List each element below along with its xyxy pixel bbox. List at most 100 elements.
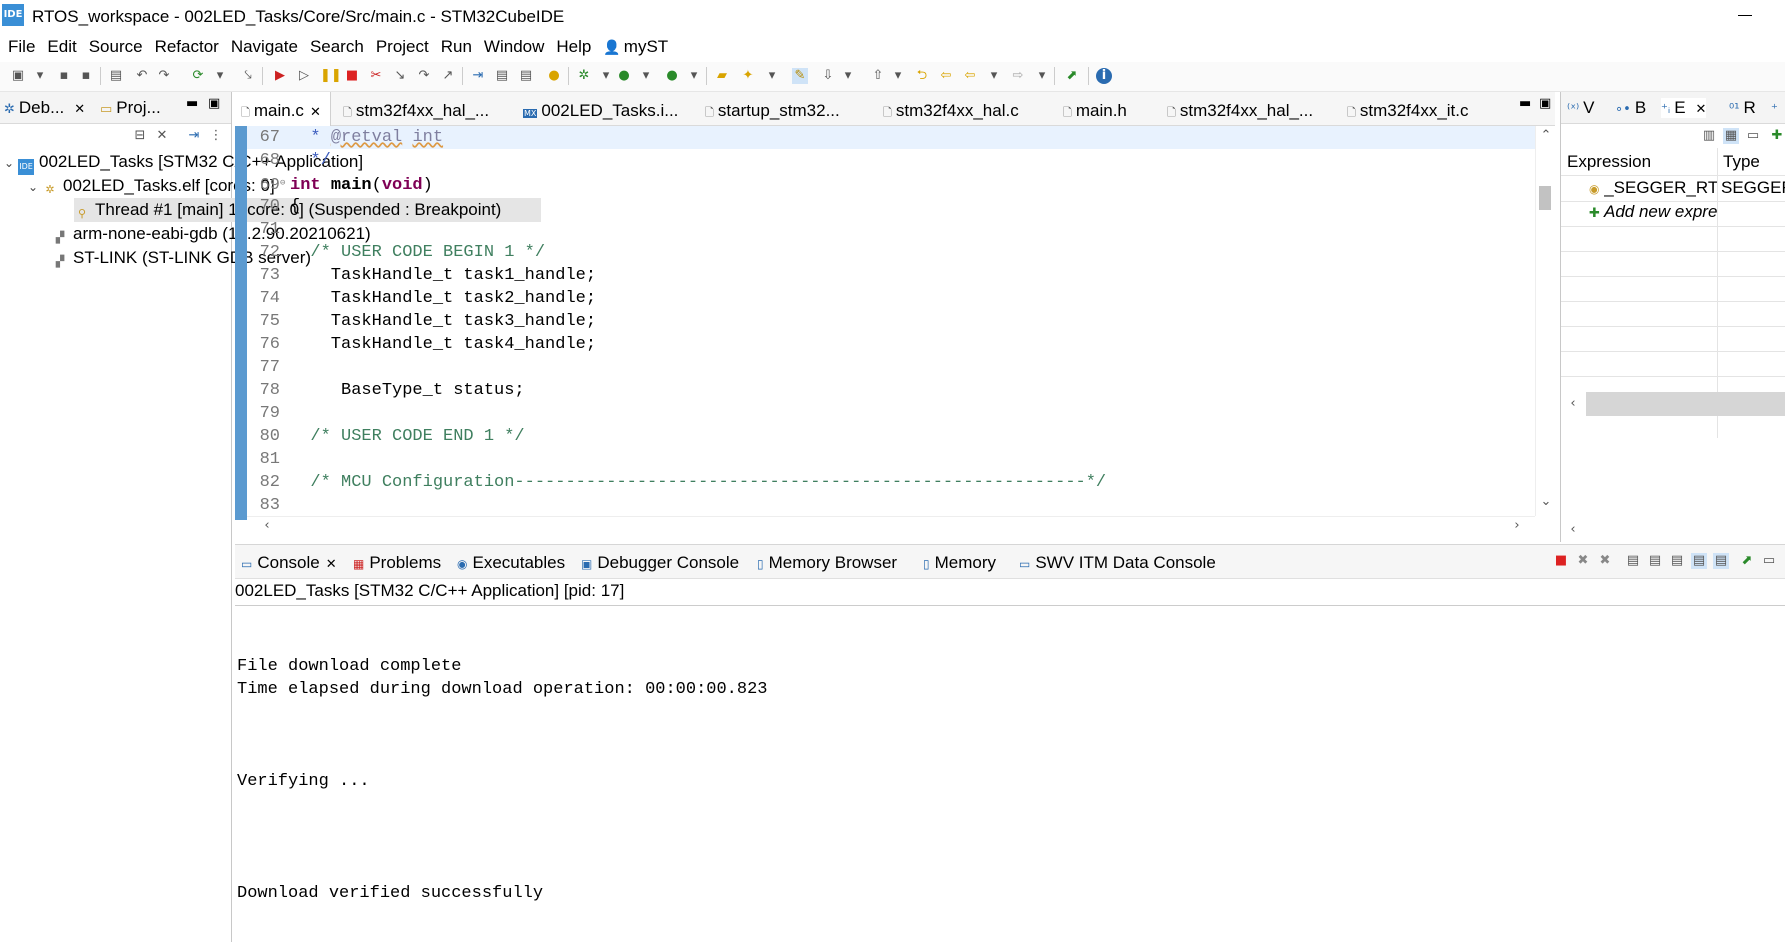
resume-disabled-icon[interactable]: ▷ bbox=[296, 68, 312, 84]
tab-debugger-console[interactable]: ▣ Debugger Console bbox=[581, 553, 739, 573]
menu-search[interactable]: Search bbox=[310, 37, 364, 57]
tab-swv-itm[interactable]: ▭ SWV ITM Data Console bbox=[1019, 553, 1216, 573]
menu-refactor[interactable]: Refactor bbox=[155, 37, 219, 57]
undo-icon[interactable]: ↶ bbox=[134, 68, 150, 84]
tab-main-h[interactable]: 🗋 main.h bbox=[1063, 92, 1127, 126]
menu-source[interactable]: Source bbox=[89, 37, 143, 57]
forward-dropdown-icon[interactable]: ▾ bbox=[1034, 68, 1050, 84]
pin-console-icon[interactable]: ⬈ bbox=[1739, 553, 1755, 569]
wand-dropdown-icon[interactable]: ▾ bbox=[764, 68, 780, 84]
external-tools-icon[interactable]: ● bbox=[664, 68, 680, 84]
expanded-arrow-icon[interactable]: ⌄ bbox=[28, 175, 42, 199]
instruction-step-icon[interactable]: ⇥ bbox=[470, 68, 486, 84]
build-dropdown-icon[interactable]: ▾ bbox=[212, 68, 228, 84]
step-return-icon[interactable]: ↗ bbox=[440, 68, 456, 84]
scroll-left-icon[interactable]: ‹ bbox=[1565, 396, 1581, 412]
collapse-icon[interactable]: ▥ bbox=[1701, 128, 1717, 144]
highlight-toggle-icon[interactable]: ✎ bbox=[792, 68, 808, 84]
remove-all-icon[interactable]: ✖ bbox=[1597, 553, 1613, 569]
new-icon[interactable]: ▣ bbox=[10, 68, 26, 84]
back-dropdown-icon[interactable]: ▾ bbox=[986, 68, 1002, 84]
run-icon[interactable]: ● bbox=[616, 68, 632, 84]
build-icon[interactable]: ⟳ bbox=[190, 68, 206, 84]
layout-icon[interactable]: ▭ bbox=[1745, 128, 1761, 144]
remove-launches-icon[interactable]: ✕ bbox=[154, 128, 170, 144]
run-dropdown-icon[interactable]: ▾ bbox=[638, 68, 654, 84]
save-icon[interactable]: ▪ bbox=[56, 68, 72, 84]
minimize-view-icon[interactable]: ▬ bbox=[186, 96, 198, 111]
skip-icon[interactable]: ⤥ bbox=[240, 68, 256, 84]
close-icon[interactable]: ✕ bbox=[310, 105, 321, 120]
tab-hal-c[interactable]: 🗋 stm32f4xx_hal.c bbox=[883, 92, 1019, 126]
close-icon[interactable]: ✕ bbox=[326, 556, 337, 571]
menu-myst[interactable]: 👤 myST bbox=[603, 37, 668, 57]
add-icon[interactable]: ✚ bbox=[1769, 128, 1785, 144]
scroll-right-icon[interactable]: › bbox=[1509, 518, 1525, 534]
clear-console-icon[interactable]: ▤ bbox=[1625, 553, 1641, 569]
open-folder-icon[interactable]: ▰ bbox=[714, 68, 730, 84]
tab-hal-1[interactable]: 🗋 stm32f4xx_hal_... bbox=[343, 92, 489, 126]
back-icon[interactable]: ⇦ bbox=[938, 68, 954, 84]
breakpoint-icon[interactable]: ▶ bbox=[272, 68, 288, 84]
open-console-icon[interactable]: ▭ bbox=[1761, 553, 1777, 569]
tab-executables[interactable]: ◉ Executables bbox=[457, 553, 565, 573]
tab-ioc[interactable]: MX 002LED_Tasks.i... bbox=[523, 92, 678, 126]
menu-file[interactable]: File bbox=[8, 37, 35, 57]
wand-icon[interactable]: ✦ bbox=[740, 68, 756, 84]
terminate-icon[interactable]: ■ bbox=[1553, 553, 1569, 569]
expressions-horizontal-scrollbar[interactable] bbox=[1586, 392, 1785, 416]
dropdown-icon[interactable]: ▾ bbox=[32, 68, 48, 84]
suspend-icon[interactable]: ❚❚ bbox=[320, 68, 342, 84]
maximize-editor-icon[interactable]: ▣ bbox=[1539, 96, 1551, 111]
view-menu-icon[interactable]: ⋮ bbox=[208, 128, 224, 144]
tab-registers[interactable]: ⁰¹ R bbox=[1729, 98, 1756, 118]
debug-icon[interactable]: ✲ bbox=[576, 68, 592, 84]
column-type[interactable]: Type bbox=[1723, 152, 1760, 172]
close-icon[interactable]: ✕ bbox=[74, 101, 85, 116]
show-type-icon[interactable]: ▦ bbox=[1723, 128, 1739, 144]
step-into-icon[interactable]: ↘ bbox=[392, 68, 408, 84]
info-icon[interactable]: i bbox=[1096, 68, 1112, 84]
tab-expressions[interactable]: ⁺ᵢ E ✕ bbox=[1661, 98, 1707, 118]
menu-window[interactable]: Window bbox=[484, 37, 544, 57]
scroll-thumb[interactable] bbox=[1539, 186, 1551, 210]
tab-console[interactable]: ▭ Console ✕ bbox=[241, 553, 337, 573]
tab-hal-2[interactable]: 🗋 stm32f4xx_hal_... bbox=[1167, 92, 1313, 126]
collapse-all-icon[interactable]: ⊟ bbox=[132, 128, 148, 144]
last-edit-icon[interactable]: ⮌ bbox=[914, 68, 930, 84]
fold-icon[interactable]: ⊖ bbox=[280, 172, 290, 195]
open-perspective-icon[interactable]: ⬈ bbox=[1064, 68, 1080, 84]
word-wrap-icon[interactable]: ▤ bbox=[1669, 553, 1685, 569]
reset-icon[interactable]: ● bbox=[546, 68, 562, 84]
minimize-button[interactable] bbox=[1735, 8, 1755, 24]
menu-project[interactable]: Project bbox=[376, 37, 429, 57]
tab-it-c[interactable]: 🗋 stm32f4xx_it.c bbox=[1347, 92, 1469, 126]
editor-vertical-scrollbar[interactable]: ⌃ ⌄ bbox=[1535, 126, 1555, 516]
expression-row[interactable]: ◉ _SEGGER_RTT bbox=[1589, 178, 1717, 198]
column-expression[interactable]: Expression bbox=[1567, 152, 1651, 172]
show-stderr-icon[interactable]: ▤ bbox=[1713, 553, 1729, 569]
scroll-up-icon[interactable]: ⌃ bbox=[1538, 128, 1554, 144]
maximize-view-icon[interactable]: ▣ bbox=[208, 96, 220, 111]
close-icon[interactable]: ✕ bbox=[1696, 101, 1707, 116]
tab-problems[interactable]: ▦ Problems bbox=[353, 553, 441, 573]
scroll-down-icon[interactable]: ⌄ bbox=[1538, 494, 1554, 510]
restart-icon[interactable]: ▤ bbox=[518, 68, 534, 84]
step-filter-icon[interactable]: ⇥ bbox=[186, 128, 202, 144]
debug-dropdown-icon[interactable]: ▾ bbox=[598, 68, 614, 84]
step-over-icon[interactable]: ↷ bbox=[416, 68, 432, 84]
expanded-arrow-icon[interactable]: ⌄ bbox=[4, 151, 18, 175]
terminate-icon[interactable]: ■ bbox=[344, 68, 360, 84]
redo-icon[interactable]: ↷ bbox=[156, 68, 172, 84]
editor-horizontal-scrollbar[interactable]: ‹ › bbox=[247, 516, 1535, 536]
add-expression-row[interactable]: ✚ Add new expression bbox=[1589, 202, 1717, 222]
scroll-left-icon[interactable]: ‹ bbox=[259, 518, 275, 534]
prev-annotation-dropdown-icon[interactable]: ▾ bbox=[890, 68, 906, 84]
external-dropdown-icon[interactable]: ▾ bbox=[686, 68, 702, 84]
scroll-lock-icon[interactable]: ▤ bbox=[1647, 553, 1663, 569]
tab-startup[interactable]: 🗋 startup_stm32... bbox=[705, 92, 840, 126]
next-annotation-icon[interactable]: ⇩ bbox=[820, 68, 836, 84]
forward-icon[interactable]: ⇨ bbox=[1010, 68, 1026, 84]
menu-edit[interactable]: Edit bbox=[47, 37, 76, 57]
next-annotation-dropdown-icon[interactable]: ▾ bbox=[840, 68, 856, 84]
